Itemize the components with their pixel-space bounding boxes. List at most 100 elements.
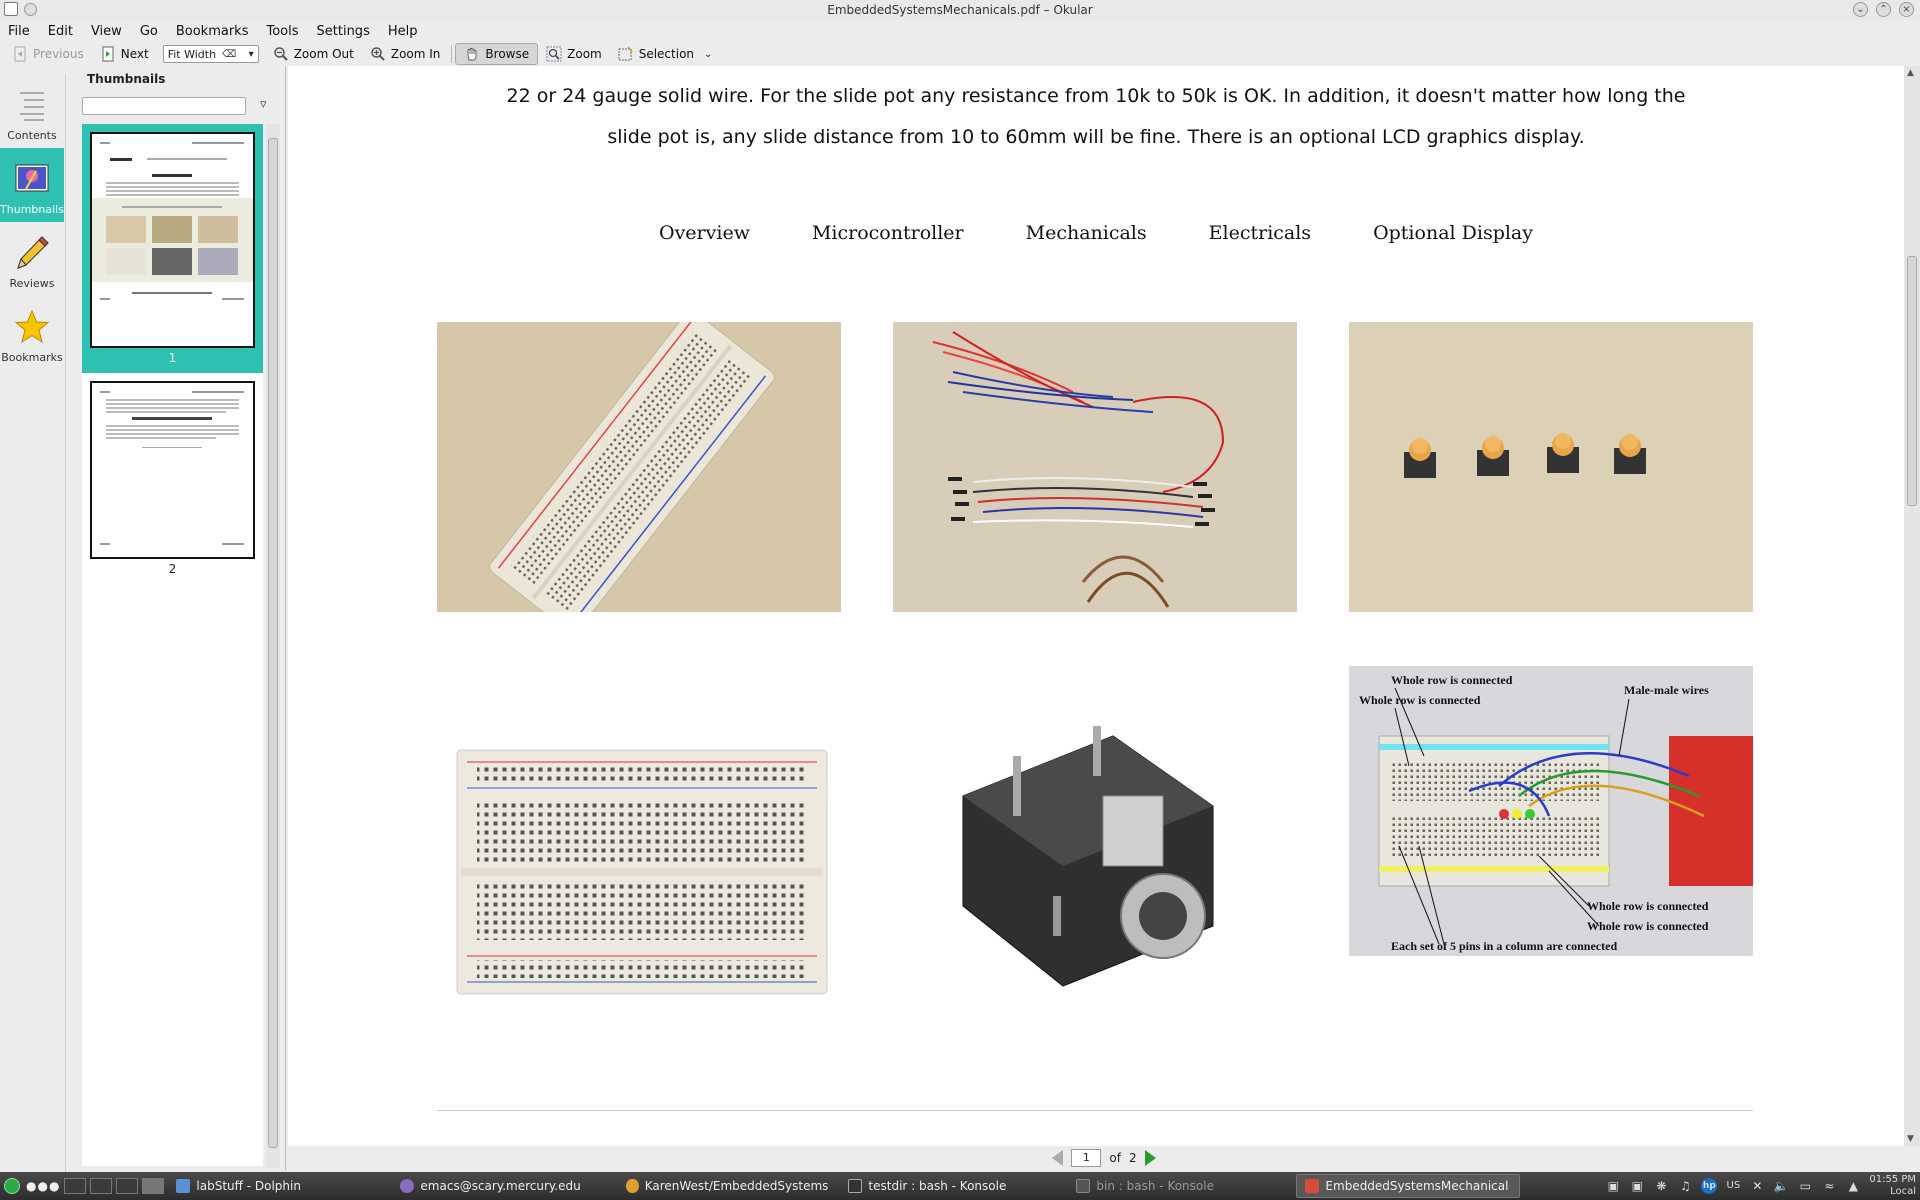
window-list-icon[interactable]: ▣: [1605, 1178, 1621, 1194]
music-icon[interactable]: ♫: [1677, 1178, 1693, 1194]
page-number-input[interactable]: 1: [1071, 1149, 1102, 1167]
menu-edit[interactable]: Edit: [39, 24, 82, 39]
next-button[interactable]: Next: [92, 43, 157, 65]
of-label: of: [1109, 1151, 1121, 1165]
zoom-select[interactable]: Fit Width ⌫ ▾: [162, 45, 259, 63]
toolbar-more-icon[interactable]: ⌄: [704, 49, 712, 60]
hp-icon[interactable]: hp: [1701, 1178, 1718, 1194]
virtual-desktop-3[interactable]: [116, 1178, 139, 1194]
previous-button[interactable]: Previous: [4, 43, 92, 65]
doc-nav-overview[interactable]: Overview: [659, 222, 750, 244]
virtual-desktop-4[interactable]: [142, 1178, 165, 1194]
virtual-desktop-1[interactable]: [64, 1178, 87, 1194]
sidebar-item-reviews[interactable]: Reviews: [0, 222, 64, 296]
document-scrollbar[interactable]: ▲ ▼: [1904, 66, 1920, 1146]
browse-tool-button[interactable]: Browse: [455, 43, 539, 65]
sidebar-item-label: Thumbnails: [0, 203, 64, 216]
clock-zone: Local: [1890, 1186, 1916, 1197]
task-konsole-bin[interactable]: bin : bash - Konsole: [1068, 1174, 1292, 1198]
labeled-breadboard-photo: Whole row is connected Whole row is conn…: [1349, 666, 1753, 956]
doc-nav-electricals[interactable]: Electricals: [1209, 222, 1311, 244]
zoom-in-button[interactable]: Zoom In: [362, 43, 449, 65]
okular-icon: [1305, 1179, 1320, 1193]
menu-go[interactable]: Go: [131, 24, 167, 39]
taskbar: ●●● labStuff - Dolphin emacs@scary.mercu…: [0, 1172, 1920, 1200]
previous-page-arrow-icon[interactable]: [1052, 1150, 1064, 1166]
scroll-down-icon[interactable]: ▼: [1907, 1134, 1914, 1144]
thumbnail-search-input[interactable]: [82, 97, 246, 115]
start-menu-icon[interactable]: [4, 1178, 20, 1194]
thumbnail-list: 1 2: [82, 124, 263, 1166]
next-page-arrow-icon[interactable]: [1144, 1150, 1156, 1166]
page-1-preview: [92, 134, 253, 346]
zoom-tool-button[interactable]: Zoom: [538, 43, 610, 65]
audio-jack-photo: [893, 666, 1297, 996]
doc-nav-optional-display[interactable]: Optional Display: [1373, 222, 1533, 244]
total-pages: 2: [1128, 1151, 1137, 1165]
page-navigation-bar: 1 of 2: [288, 1146, 1920, 1170]
menu-file[interactable]: File: [8, 24, 39, 39]
battery-icon[interactable]: ▭: [1797, 1178, 1813, 1194]
bug-icon[interactable]: ❋: [1653, 1178, 1669, 1194]
sidebar-item-contents[interactable]: Contents: [0, 74, 64, 148]
sidebar-item-bookmarks[interactable]: Bookmarks: [0, 296, 64, 370]
jumper-wires-photo: [893, 322, 1297, 612]
window-list-icon[interactable]: ▣: [1629, 1178, 1645, 1194]
doc-nav-microcontroller[interactable]: Microcontroller: [812, 222, 964, 244]
thumbnail-item[interactable]: 2: [82, 373, 263, 584]
clock[interactable]: 01:55 PM Local: [1869, 1174, 1916, 1198]
photo-label: Each set of 5 pins in a column are conne…: [1391, 939, 1617, 953]
next-label: Next: [120, 47, 149, 61]
pin-icon[interactable]: [24, 3, 37, 16]
star-icon: [14, 309, 50, 344]
filter-icon[interactable]: ▿: [260, 97, 278, 115]
scroll-up-icon[interactable]: ▲: [1907, 68, 1914, 78]
document-view[interactable]: 22 or 24 gauge solid wire. For the slide…: [288, 66, 1904, 1146]
thumbnail-page-image: [90, 381, 255, 559]
thumbnail-scroll-handle[interactable]: [268, 138, 278, 1148]
zoom-out-button[interactable]: Zoom Out: [265, 43, 362, 65]
close-button[interactable]: ×: [1899, 2, 1914, 17]
wifi-icon[interactable]: ≈: [1821, 1178, 1837, 1194]
menu-bookmarks[interactable]: Bookmarks: [167, 24, 258, 39]
volume-icon[interactable]: 🔈: [1773, 1178, 1789, 1194]
okular-app-icon[interactable]: [4, 2, 18, 16]
selection-tool-button[interactable]: Selection: [610, 43, 702, 65]
document-nav: Overview Microcontroller Mechanicals Ele…: [288, 222, 1904, 244]
clear-icon[interactable]: ⌫: [222, 49, 236, 60]
keyboard-layout-indicator[interactable]: US: [1725, 1178, 1741, 1194]
task-emacs[interactable]: emacs@scary.mercury.edu: [392, 1174, 614, 1198]
chevron-down-icon[interactable]: ▾: [249, 49, 254, 60]
terminal-icon: [1076, 1179, 1091, 1193]
task-okular[interactable]: EmbeddedSystemsMechanical: [1296, 1174, 1521, 1198]
zoom-out-label: Zoom Out: [293, 47, 354, 61]
tray-expand-icon[interactable]: ▲: [1845, 1178, 1861, 1194]
task-dolphin[interactable]: labStuff - Dolphin: [168, 1174, 388, 1198]
terminal-icon: [848, 1179, 863, 1193]
task-konsole-testdir[interactable]: testdir : bash - Konsole: [840, 1174, 1064, 1198]
virtual-desktop-2[interactable]: [90, 1178, 113, 1194]
show-more-icon[interactable]: ●●●: [26, 1179, 60, 1193]
photo-label: Whole row is connected: [1359, 693, 1481, 707]
menu-tools[interactable]: Tools: [257, 24, 307, 39]
task-browser[interactable]: KarenWest/EmbeddedSystems: [618, 1174, 836, 1198]
tools-icon[interactable]: ✕: [1749, 1178, 1765, 1194]
task-label: labStuff - Dolphin: [196, 1179, 301, 1193]
thumbnail-scrollbar[interactable]: [266, 124, 280, 1168]
menu-settings[interactable]: Settings: [308, 24, 379, 39]
sidebar-item-thumbnails[interactable]: Thumbnails: [0, 148, 64, 222]
contents-icon: [20, 92, 44, 121]
menu-help[interactable]: Help: [379, 24, 427, 39]
selection-label: Selection: [638, 47, 695, 61]
photo-label: Whole row is connected: [1587, 899, 1709, 913]
document-scroll-handle[interactable]: [1907, 256, 1917, 506]
maximize-button[interactable]: ⌃: [1876, 2, 1891, 17]
sidebar: Contents Thumbnails Reviews Bookmarks: [0, 74, 66, 1172]
previous-label: Previous: [33, 47, 84, 61]
system-tray: ▣ ▣ ❋ ♫ hp US ✕ 🔈 ▭ ≈ ▲ 01:55 PM Local: [1605, 1172, 1920, 1200]
doc-nav-mechanicals[interactable]: Mechanicals: [1026, 222, 1147, 244]
minimize-button[interactable]: ⌄: [1853, 2, 1868, 17]
toolbar-separator: [451, 45, 453, 63]
menu-view[interactable]: View: [82, 24, 131, 39]
thumbnail-item[interactable]: 1: [82, 124, 263, 373]
